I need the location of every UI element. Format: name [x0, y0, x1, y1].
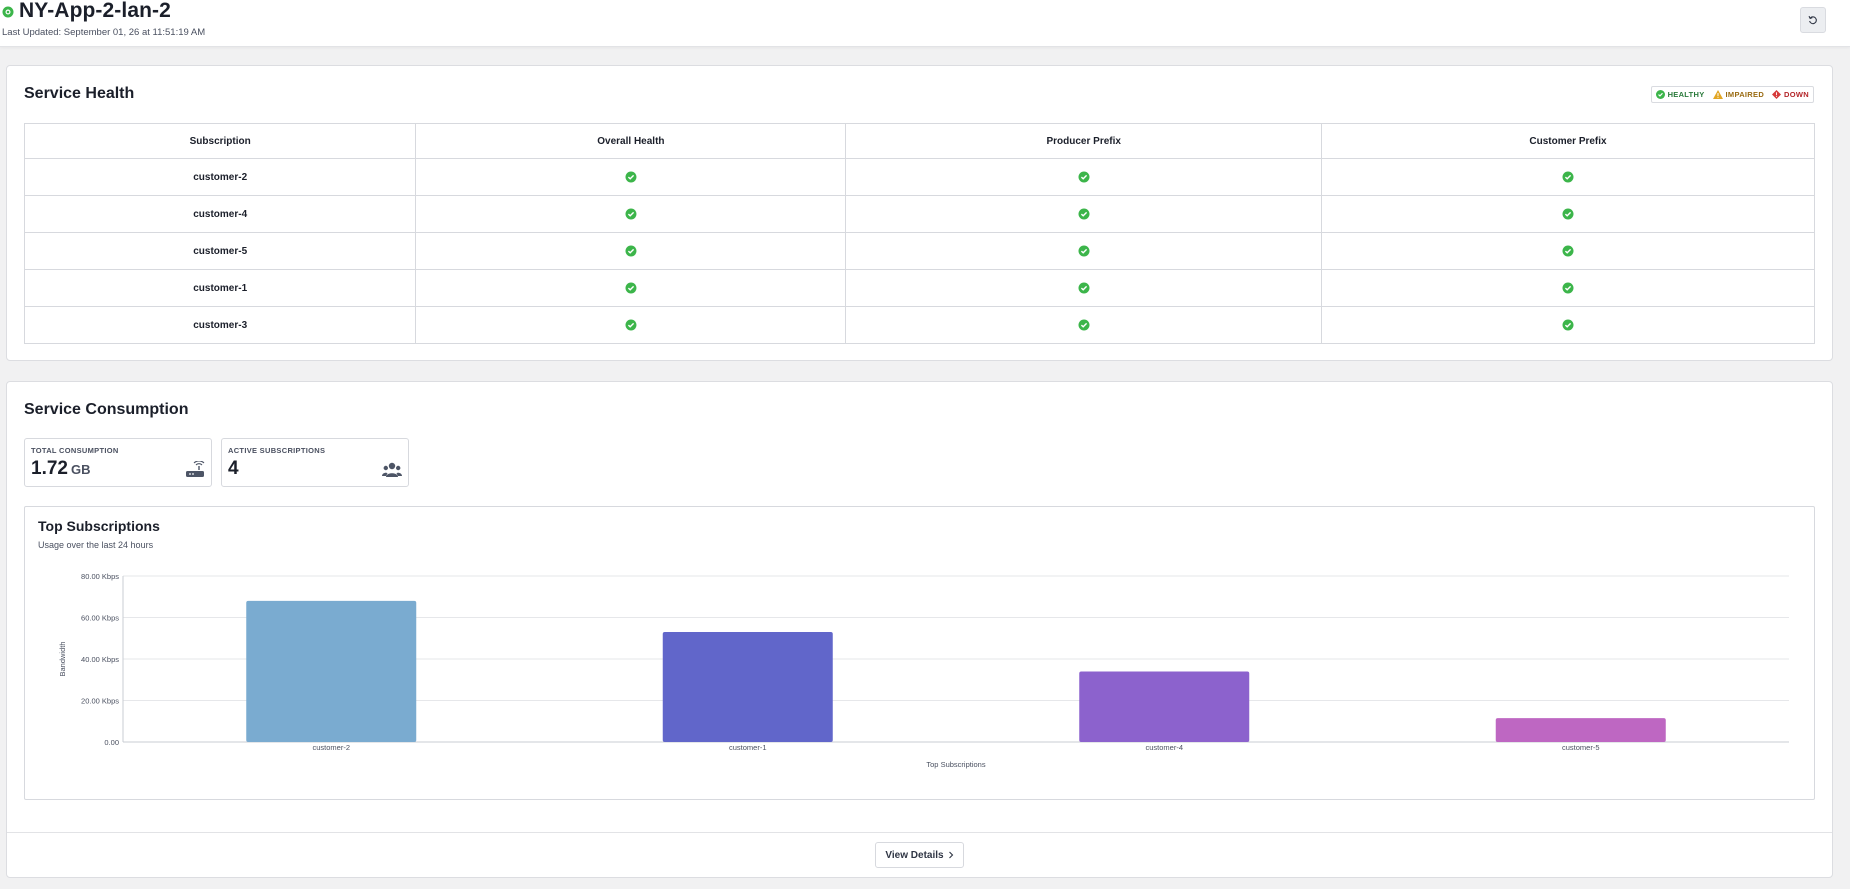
- overall-health-cell: [415, 306, 847, 344]
- service-consumption-title: Service Consumption: [24, 401, 189, 418]
- y-tick-label: 80.00 Kbps: [81, 572, 119, 581]
- producer-health-cell: [845, 269, 1322, 307]
- overall-health-cell: [415, 195, 847, 233]
- refresh-icon: [1808, 15, 1817, 25]
- subscription-name: customer-3: [23, 306, 417, 344]
- healthy-status-icon: [1562, 245, 1574, 257]
- column-header: Producer Prefix: [845, 123, 1322, 159]
- x-tick-label: customer-2: [312, 743, 350, 752]
- y-tick-label: 40.00 Kbps: [81, 655, 119, 664]
- table-row: customer-4: [23, 195, 1816, 233]
- service-status-icon: [2, 5, 14, 18]
- subscription-name: customer-2: [23, 158, 417, 196]
- y-tick-label: 60.00 Kbps: [81, 614, 119, 623]
- warning-icon: [1712, 90, 1723, 99]
- bar-customer-4: [1079, 671, 1250, 742]
- subscription-name: customer-1: [23, 269, 417, 307]
- bandwidth-bar-chart: 0.00 20.00 Kbps 40.00 Kbps 60.00 Kbps 80.00 …: [58, 572, 1789, 769]
- table-row: customer-1: [23, 269, 1816, 307]
- active-subscriptions-label: ACTIVE SUBSCRIPTIONS: [228, 446, 326, 455]
- customer-health-cell: [1320, 195, 1816, 233]
- overall-health-cell: [415, 269, 847, 307]
- table-row: customer-2: [23, 158, 1816, 196]
- healthy-status-icon: [1562, 319, 1574, 331]
- healthy-status-icon: [1078, 282, 1090, 294]
- last-updated-text: Last Updated: September 01, 26 at 11:51:…: [2, 27, 206, 38]
- bar-customer-1: [662, 632, 833, 742]
- customer-health-cell: [1320, 269, 1816, 307]
- healthy-icon: [1655, 90, 1665, 99]
- total-consumption-stat: TOTAL CONSUMPTION 1.72 GB: [24, 438, 212, 487]
- healthy-status-icon: [1562, 171, 1574, 183]
- healthy-status-icon: [625, 319, 637, 331]
- view-details-label: View Details: [885, 849, 944, 861]
- x-axis-label: Top Subscriptions: [926, 760, 985, 769]
- total-consumption-value: 1.72 GB: [31, 458, 90, 480]
- total-consumption-label: TOTAL CONSUMPTION: [31, 446, 119, 455]
- customer-health-cell: [1320, 306, 1816, 344]
- table-row: customer-5: [23, 232, 1816, 270]
- legend-healthy: HEALTHY: [1655, 90, 1705, 99]
- overall-health-cell: [415, 158, 847, 196]
- customer-health-cell: [1320, 232, 1816, 270]
- legend-healthy-label: HEALTHY: [1667, 90, 1705, 99]
- total-consumption-unit: GB: [70, 462, 91, 477]
- bar-customer-5: [1495, 718, 1666, 742]
- view-details-button[interactable]: View Details: [875, 842, 964, 868]
- service-health-title: Service Health: [24, 85, 135, 102]
- healthy-status-icon: [1078, 245, 1090, 257]
- total-consumption-number: 1.72: [31, 458, 68, 479]
- customer-health-cell: [1320, 158, 1816, 196]
- overall-health-cell: [415, 232, 847, 270]
- healthy-status-icon: [625, 245, 637, 257]
- x-tick-label: customer-4: [1145, 743, 1183, 752]
- subscription-name: customer-5: [23, 232, 417, 270]
- down-icon: [1772, 90, 1782, 99]
- producer-health-cell: [845, 158, 1322, 196]
- active-subscriptions-value: 4: [228, 458, 239, 479]
- users-icon: [382, 461, 402, 479]
- healthy-status-icon: [1078, 208, 1090, 220]
- title-row: NY-App-2-lan-2: [2, 0, 171, 22]
- legend-impaired: IMPAIRED: [1712, 90, 1765, 99]
- y-tick-label: 20.00 Kbps: [81, 697, 119, 706]
- healthy-status-icon: [625, 282, 637, 294]
- health-legend: HEALTHY IMPAIRED DOWN: [1650, 86, 1814, 103]
- active-subscriptions-stat: ACTIVE SUBSCRIPTIONS 4: [221, 438, 409, 487]
- x-tick-label: customer-1: [729, 743, 767, 752]
- healthy-status-icon: [1562, 208, 1574, 220]
- top-subscriptions-chart-card: Top Subscriptions Usage over the last 24…: [24, 506, 1815, 800]
- healthy-status-icon: [625, 208, 637, 220]
- producer-health-cell: [845, 232, 1322, 270]
- top-bar: NY-App-2-lan-2 Last Updated: September 0…: [0, 0, 1850, 47]
- service-consumption-card: Service Consumption TOTAL CONSUMPTION 1.…: [6, 381, 1833, 878]
- healthy-status-icon: [1078, 171, 1090, 183]
- column-header: Customer Prefix: [1320, 123, 1816, 159]
- refresh-button[interactable]: [1800, 7, 1826, 33]
- column-header: Overall Health: [415, 123, 847, 159]
- subscription-name: customer-4: [23, 195, 417, 233]
- producer-health-cell: [845, 306, 1322, 344]
- table-row: customer-3: [23, 306, 1816, 344]
- x-tick-label: customer-5: [1562, 743, 1600, 752]
- y-tick-label: 0.00: [104, 738, 119, 747]
- healthy-status-icon: [1562, 282, 1574, 294]
- router-icon: [185, 460, 205, 479]
- legend-down: DOWN: [1772, 90, 1809, 99]
- y-axis-label: Bandwidth: [58, 641, 67, 676]
- service-health-card: Service Health HEALTHY IMPAIRED DOWN Sub…: [6, 65, 1833, 361]
- page-title: NY-App-2-lan-2: [19, 0, 171, 22]
- chevron-right-icon: [948, 851, 953, 859]
- producer-health-cell: [845, 195, 1322, 233]
- column-header: Subscription: [23, 123, 417, 159]
- bar-customer-2: [246, 600, 417, 742]
- legend-impaired-label: IMPAIRED: [1725, 90, 1765, 99]
- legend-down-label: DOWN: [1784, 90, 1809, 99]
- healthy-status-icon: [1078, 319, 1090, 331]
- service-health-table: Subscription Overall Health Producer Pre…: [23, 123, 1816, 344]
- table-header-row: Subscription Overall Health Producer Pre…: [23, 123, 1816, 159]
- card-footer-divider: [7, 832, 1832, 833]
- healthy-status-icon: [625, 171, 637, 183]
